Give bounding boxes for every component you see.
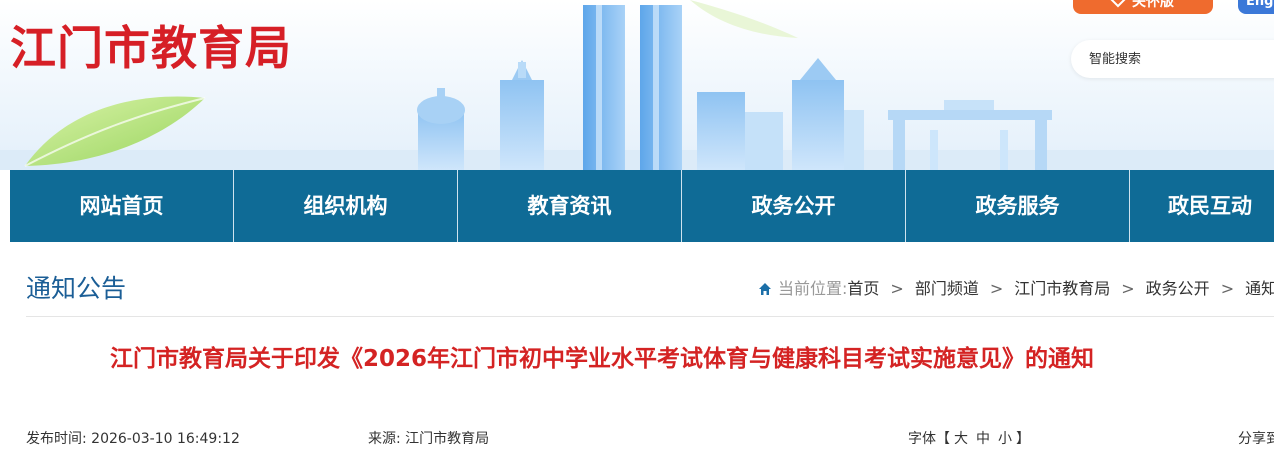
publish-label: 发布时间: xyxy=(26,431,87,447)
breadcrumb: 当前位置:首页 > 部门频道 > 江门市教育局 > 政务公开 > 通知公告 xyxy=(758,276,1274,302)
breadcrumb-separator: > xyxy=(989,279,1004,298)
breadcrumb-separator: > xyxy=(1220,279,1235,298)
share-label: 分享到: xyxy=(1238,431,1274,447)
section-title: 通知公告 xyxy=(26,274,127,303)
diamond-icon xyxy=(1109,0,1127,8)
nav-item-organization[interactable]: 组织机构 xyxy=(234,170,458,242)
source-value: 江门市教育局 xyxy=(405,431,490,447)
english-label: English xyxy=(1246,0,1274,9)
font-size-medium[interactable]: 中 xyxy=(976,431,990,447)
nav-item-education-news[interactable]: 教育资讯 xyxy=(458,170,682,242)
publish-time: 发布时间: 2026-03-10 16:49:12 xyxy=(26,428,240,450)
search-input[interactable] xyxy=(1089,40,1269,78)
breadcrumb-separator: > xyxy=(1121,279,1135,298)
breadcrumb-notices[interactable]: 通知公告 xyxy=(1245,279,1274,298)
nav-item-government-services[interactable]: 政务服务 xyxy=(906,170,1130,242)
care-mode-button[interactable]: 关怀版 xyxy=(1073,0,1213,14)
font-bracket-close: 】 xyxy=(1016,431,1030,447)
share-to: 分享到: xyxy=(1238,428,1274,450)
nav-item-government-affairs[interactable]: 政务公开 xyxy=(682,170,906,242)
care-mode-label: 关怀版 xyxy=(1132,0,1174,10)
main-nav: 网站首页 组织机构 教育资讯 政务公开 政务服务 政民互动 xyxy=(10,170,1274,242)
breadcrumb-government-affairs[interactable]: 政务公开 xyxy=(1146,279,1210,298)
font-size-control: 字体【大中小】 xyxy=(908,428,1030,450)
english-button[interactable]: English xyxy=(1238,0,1274,14)
nav-item-home[interactable]: 网站首页 xyxy=(10,170,234,242)
article-title: 江门市教育局关于印发《2026年江门市初中学业水平考试体育与健康科目考试实施意见… xyxy=(110,346,1095,372)
breadcrumb-separator: > xyxy=(890,279,904,298)
breadcrumb-jiangmen-education[interactable]: 江门市教育局 xyxy=(1014,279,1110,298)
home-icon xyxy=(759,283,771,295)
section-divider xyxy=(26,316,1274,317)
breadcrumb-prefix: 当前位置: xyxy=(778,279,848,298)
article-source: 来源: 江门市教育局 xyxy=(368,428,489,450)
leaf-decoration-top xyxy=(690,0,798,38)
site-title: 江门市教育局 xyxy=(10,21,292,75)
page: 江门市教育局 关怀版 English 网站首页 组织机构 教育资讯 政务公开 政… xyxy=(0,0,1274,462)
font-size-large[interactable]: 大 xyxy=(954,431,968,447)
font-bracket-open: 【 xyxy=(936,431,950,447)
font-size-small[interactable]: 小 xyxy=(998,431,1012,447)
breadcrumb-home[interactable]: 首页 xyxy=(847,279,879,298)
breadcrumb-department-channel[interactable]: 部门频道 xyxy=(915,279,979,298)
header-banner: 江门市教育局 关怀版 English xyxy=(0,0,1274,170)
publish-time-value: 2026-03-10 16:49:12 xyxy=(91,431,240,447)
search-box xyxy=(1071,40,1274,78)
font-label: 字体 xyxy=(908,431,936,447)
leaf-decoration-left xyxy=(24,96,206,167)
nav-item-public-interaction[interactable]: 政民互动 xyxy=(1130,170,1274,242)
source-label: 来源: xyxy=(368,431,401,447)
content-area: 通知公告 当前位置:首页 > 部门频道 > 江门市教育局 > 政务公开 > 通知公告 江门市教育… xyxy=(10,262,1274,462)
